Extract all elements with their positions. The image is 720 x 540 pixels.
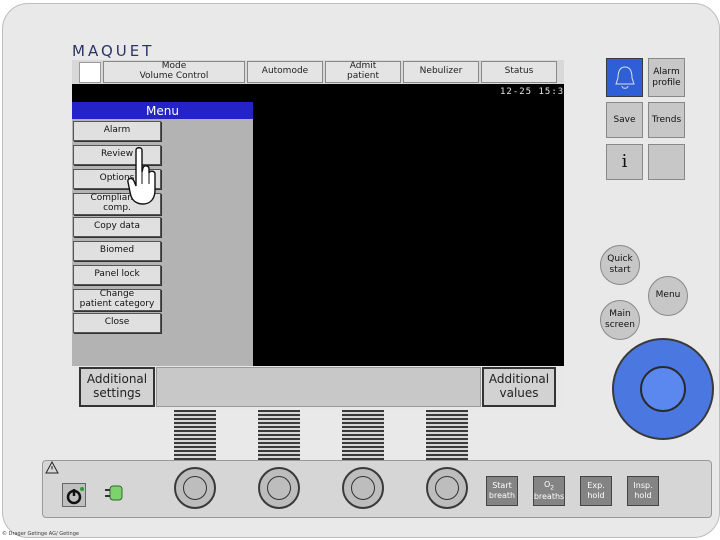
status-label: Status bbox=[504, 66, 534, 77]
automode-button[interactable]: Automode bbox=[247, 61, 323, 83]
quick-start-label-2: start bbox=[609, 265, 631, 275]
menu-button-label: Menu bbox=[655, 290, 681, 301]
automode-label: Automode bbox=[261, 66, 309, 77]
bell-icon bbox=[614, 65, 635, 89]
additional-settings-label-2: settings bbox=[93, 386, 141, 400]
menu-item-close[interactable]: Close bbox=[73, 313, 161, 333]
power-button[interactable] bbox=[62, 483, 86, 507]
start-breath-button[interactable]: Start breath bbox=[486, 476, 518, 506]
plug-icon bbox=[105, 485, 123, 501]
datetime: 12-25 15:32 bbox=[500, 87, 571, 97]
alarm-silence-button[interactable] bbox=[606, 58, 643, 97]
nebulizer-label: Nebulizer bbox=[419, 66, 463, 77]
bottom-bar-center bbox=[156, 367, 481, 407]
dial-grille bbox=[174, 410, 216, 466]
menu-item-label-2: patient category bbox=[79, 299, 155, 309]
trends-label: Trends bbox=[651, 114, 682, 125]
menu-item-copy-data[interactable]: Copy data bbox=[73, 217, 161, 237]
direct-access-knob-3[interactable] bbox=[342, 467, 384, 509]
insp-hold-label-1: Insp. bbox=[633, 481, 653, 491]
hand-pointer-icon bbox=[127, 147, 156, 205]
o2-breaths-label-2: breaths bbox=[533, 492, 565, 502]
power-icon bbox=[66, 487, 84, 505]
save-label: Save bbox=[613, 114, 636, 125]
menu-button[interactable]: Menu bbox=[648, 276, 688, 316]
dial-grille bbox=[258, 410, 300, 466]
dial-grille bbox=[426, 410, 468, 466]
o2-breaths-button[interactable]: O2 breaths bbox=[533, 476, 565, 506]
copyright: © Drager Getinge AG/ Getinge bbox=[2, 531, 79, 537]
alarm-profile-label-2: profile bbox=[652, 77, 681, 88]
menu-item-label: Panel lock bbox=[94, 269, 140, 280]
warning-triangle-icon bbox=[45, 461, 59, 474]
info-icon: i bbox=[621, 151, 628, 173]
exp-hold-label-1: Exp. bbox=[587, 481, 605, 491]
start-breath-label-2: breath bbox=[488, 491, 516, 500]
exp-hold-button[interactable]: Exp. hold bbox=[580, 476, 612, 506]
info-button[interactable]: i bbox=[606, 144, 643, 180]
exp-hold-label-2: hold bbox=[587, 491, 605, 500]
quick-start-button[interactable]: Quick start bbox=[600, 245, 640, 285]
additional-values-label-2: values bbox=[499, 386, 539, 400]
admit-label-2: patient bbox=[346, 71, 380, 81]
blank-button[interactable] bbox=[648, 144, 685, 180]
menu-item-label: Copy data bbox=[94, 221, 140, 232]
mode-value: Volume Control bbox=[139, 71, 209, 81]
o2-subscript: 2 bbox=[550, 484, 555, 492]
quick-start-label-1: Quick bbox=[607, 253, 633, 264]
menu-item-label: Alarm bbox=[103, 125, 131, 136]
save-button[interactable]: Save bbox=[606, 102, 643, 138]
insp-hold-button[interactable]: Insp. hold bbox=[627, 476, 659, 506]
menu-item-alarm[interactable]: Alarm bbox=[73, 121, 161, 141]
additional-settings-label-1: Additional bbox=[86, 372, 148, 387]
additional-values-label-1: Additional bbox=[488, 372, 550, 387]
menu-item-panel-lock[interactable]: Panel lock bbox=[73, 265, 161, 285]
alarm-profile-button[interactable]: Alarm profile bbox=[648, 58, 685, 97]
start-breath-label-1: Start bbox=[492, 481, 512, 491]
maquet-logo: MAQUET bbox=[72, 42, 155, 60]
additional-values-button[interactable]: Additional values bbox=[482, 367, 556, 407]
admit-patient-button[interactable]: Admit patient bbox=[325, 61, 401, 83]
dial-grille bbox=[342, 410, 384, 466]
o2-breaths-label-1: O2 bbox=[544, 480, 554, 492]
menu-item-biomed[interactable]: Biomed bbox=[73, 241, 161, 261]
menu-item-label: Close bbox=[104, 317, 130, 328]
menu-title: Menu bbox=[72, 102, 253, 119]
main-screen-label-2: screen bbox=[605, 320, 635, 330]
main-screen-label-1: Main bbox=[609, 308, 631, 319]
alarm-profile-label-1: Alarm bbox=[653, 66, 680, 77]
direct-access-knob-2[interactable] bbox=[258, 467, 300, 509]
menu-item-change-patient-category[interactable]: Change patient category bbox=[73, 289, 161, 311]
trends-button[interactable]: Trends bbox=[648, 102, 685, 138]
nebulizer-button[interactable]: Nebulizer bbox=[403, 61, 479, 83]
main-screen-button[interactable]: Main screen bbox=[600, 300, 640, 340]
status-button[interactable]: Status bbox=[481, 61, 557, 83]
additional-settings-button[interactable]: Additional settings bbox=[79, 367, 155, 407]
mode-indicator bbox=[79, 62, 101, 83]
main-rotary-dial-center[interactable] bbox=[640, 366, 686, 412]
mode-button[interactable]: Mode Volume Control bbox=[103, 61, 245, 83]
insp-hold-label-2: hold bbox=[634, 491, 652, 500]
menu-item-label: Biomed bbox=[99, 245, 135, 256]
direct-access-knob-4[interactable] bbox=[426, 467, 468, 509]
direct-access-knob-1[interactable] bbox=[174, 467, 216, 509]
